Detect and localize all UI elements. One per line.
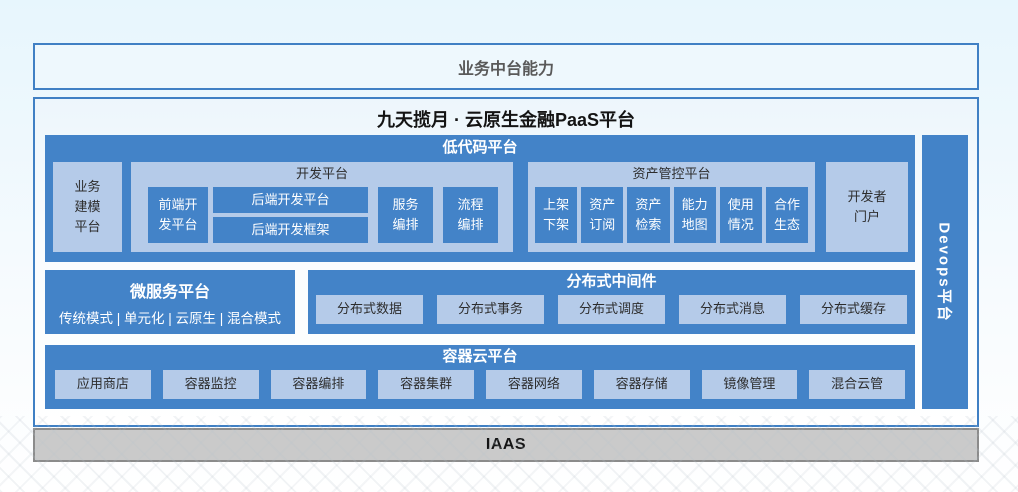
process-orchestration: 流程 编排 [443, 187, 498, 243]
middleware-item-transaction: 分布式事务 [437, 295, 544, 324]
container-item-storage: 容器存储 [594, 370, 690, 399]
asset-item-usage: 使用 情况 [720, 187, 762, 243]
asset-item-search: 资产 检索 [627, 187, 669, 243]
container-item-image-mgmt: 镜像管理 [702, 370, 798, 399]
developer-portal: 开发者 门户 [826, 162, 908, 252]
panel-dev-platform: 开发平台 前端开 发平台 后端开发平台 后端开发框架 服务 编排 流程 编排 [131, 162, 513, 252]
middleware-item-data: 分布式数据 [316, 295, 423, 324]
middleware-item-cache: 分布式缓存 [800, 295, 907, 324]
asset-chip-row: 上架 下架 资产 订阅 资产 检索 能力 地图 使用 情况 合作 生态 [535, 187, 808, 243]
section-container-cloud: 容器云平台 应用商店 容器监控 容器编排 容器集群 容器网络 容器存储 镜像管理… [45, 345, 915, 409]
container-item-cluster: 容器集群 [378, 370, 474, 399]
container-chip-row: 应用商店 容器监控 容器编排 容器集群 容器网络 容器存储 镜像管理 混合云管 [55, 370, 905, 399]
panel-asset-management: 资产管控平台 上架 下架 资产 订阅 资产 检索 能力 地图 使用 情况 合作 … [528, 162, 815, 252]
asset-item-shelving: 上架 下架 [535, 187, 577, 243]
container-cloud-title: 容器云平台 [45, 345, 915, 369]
container-item-hybrid-cloud: 混合云管 [809, 370, 905, 399]
iaas-label: IAAS [486, 436, 526, 454]
asset-item-capability-map: 能力 地图 [674, 187, 716, 243]
container-item-monitoring: 容器监控 [163, 370, 259, 399]
middleware-item-scheduling: 分布式调度 [558, 295, 665, 324]
low-code-title: 低代码平台 [45, 135, 915, 160]
backend-dev-platform: 后端开发平台 [213, 187, 368, 213]
architecture-diagram: 业务中台能力 九天揽月 · 云原生金融PaaS平台 低代码平台 业务 建模 平台… [0, 0, 1018, 492]
microservice-modes: 传统模式 | 单元化 | 云原生 | 混合模式 [59, 307, 281, 327]
middleware-item-message: 分布式消息 [679, 295, 786, 324]
dev-platform-title: 开发平台 [131, 162, 513, 186]
asset-item-cooperation: 合作 生态 [766, 187, 808, 243]
business-midplatform-banner: 业务中台能力 [33, 43, 979, 90]
backend-dev-framework: 后端开发框架 [213, 217, 368, 243]
section-low-code: 低代码平台 业务 建模 平台 开发平台 前端开 发平台 后端开发平台 后端开发框… [45, 135, 915, 262]
container-item-network: 容器网络 [486, 370, 582, 399]
frontend-dev-platform: 前端开 发平台 [148, 187, 208, 243]
paas-platform-box: 九天揽月 · 云原生金融PaaS平台 低代码平台 业务 建模 平台 开发平台 前… [33, 97, 979, 427]
iaas-bar: IAAS [33, 428, 979, 462]
service-orchestration: 服务 编排 [378, 187, 433, 243]
container-item-orchestration: 容器编排 [271, 370, 367, 399]
banner-title: 业务中台能力 [458, 55, 554, 79]
middleware-chip-row: 分布式数据 分布式事务 分布式调度 分布式消息 分布式缓存 [316, 295, 907, 324]
platform-title: 九天揽月 · 云原生金融PaaS平台 [35, 106, 977, 132]
devops-label: Devops平台 [935, 222, 956, 322]
devops-platform-bar: Devops平台 [922, 135, 968, 409]
container-item-app-store: 应用商店 [55, 370, 151, 399]
asset-item-subscription: 资产 订阅 [581, 187, 623, 243]
middleware-title: 分布式中间件 [308, 270, 915, 294]
microservice-title: 微服务平台 [130, 278, 210, 302]
business-modeling-platform: 业务 建模 平台 [53, 162, 122, 252]
section-middleware: 分布式中间件 分布式数据 分布式事务 分布式调度 分布式消息 分布式缓存 [308, 270, 915, 334]
section-microservice: 微服务平台 传统模式 | 单元化 | 云原生 | 混合模式 [45, 270, 295, 334]
asset-management-title: 资产管控平台 [528, 162, 815, 186]
